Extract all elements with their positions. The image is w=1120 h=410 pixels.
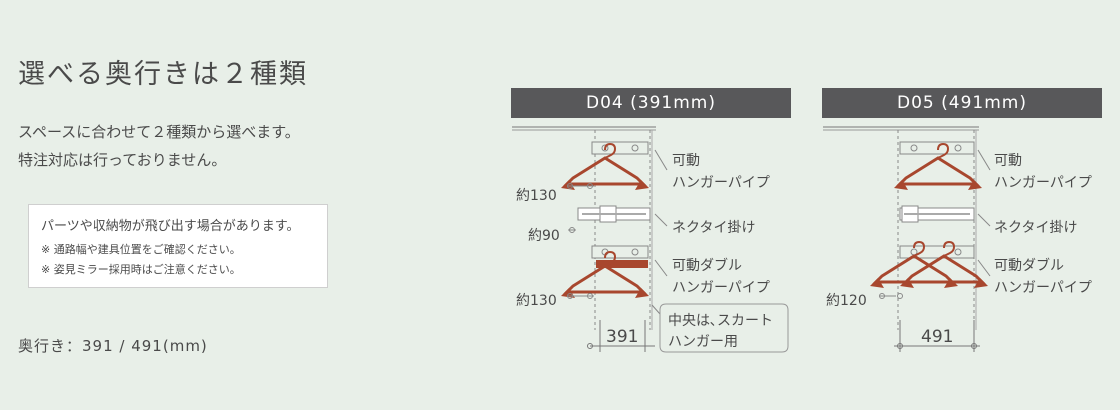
- d04-hanger-label-1: 可動: [672, 153, 700, 169]
- d04-dim-mid: 約90: [528, 228, 560, 244]
- d04-double-hanger-icon-1: [559, 250, 651, 300]
- d04-depth-value: 391: [606, 327, 638, 347]
- d05-double-label-2: ハンガーパイプ: [994, 280, 1092, 296]
- d04-double-label-1: 可動ダブル: [672, 257, 742, 274]
- d04-double-label-2: ハンガーパイプ: [672, 280, 770, 296]
- d04-hanger-label-2: ハンガーパイプ: [672, 175, 770, 191]
- d04-tie-label: ネクタイ掛け: [672, 220, 755, 236]
- d05-tie-label: ネクタイ掛け: [994, 220, 1077, 236]
- d05-double-label-1: 可動ダブル: [994, 257, 1064, 274]
- d05-diagram: [823, 126, 991, 352]
- d05-hanger-label-1: 可動: [994, 153, 1022, 169]
- d05-dim-bottom: 約120: [826, 293, 867, 309]
- diagram-canvas: 可動 ハンガーパイプ ネクタイ掛け 可動ダブル ハンガーパイプ 中央は､スカート…: [512, 126, 1092, 353]
- d05-depth-value: 491: [921, 327, 953, 347]
- d04-skirt-label-1: 中央は､スカート: [668, 313, 773, 329]
- d04-dim-top: 約130: [516, 188, 557, 204]
- d05-hanger-label-2: ハンガーパイプ: [994, 175, 1092, 191]
- d04-dim-bottom: 約130: [516, 293, 557, 309]
- d04-skirt-label-2: ハンガー用: [668, 334, 738, 350]
